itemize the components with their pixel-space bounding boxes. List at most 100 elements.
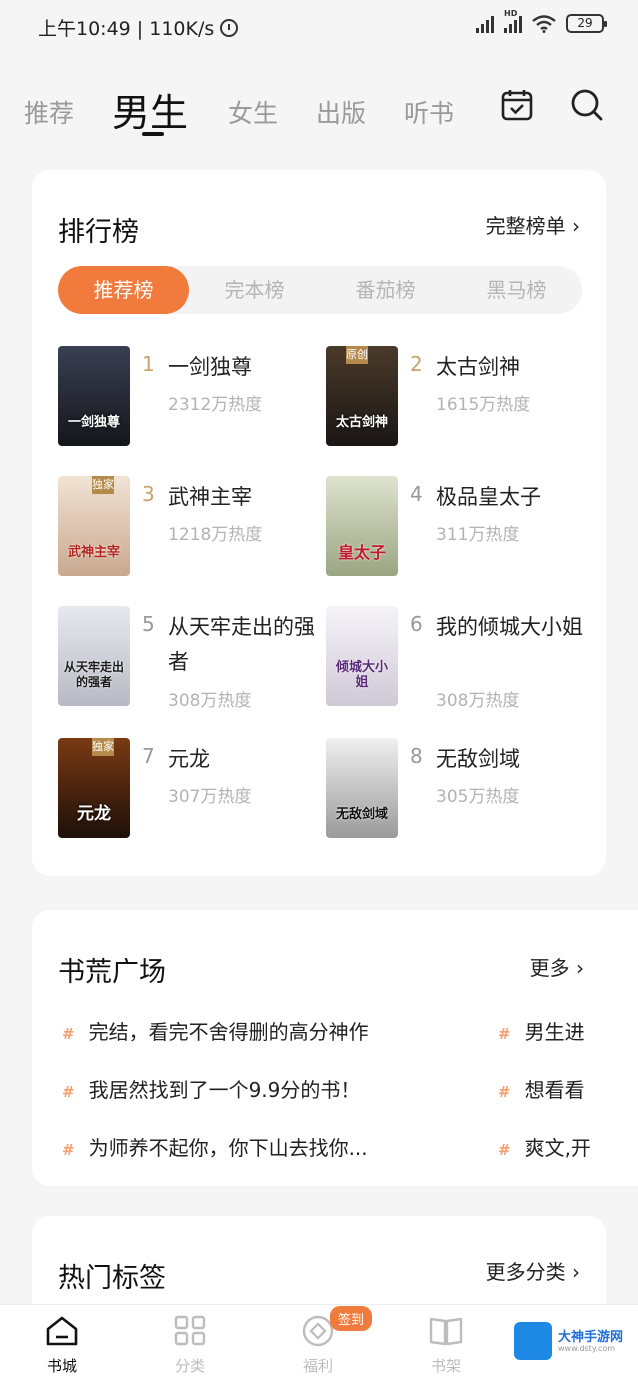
tab-male[interactable]: 男生 (112, 82, 188, 137)
book-name[interactable]: 一剑独尊 (168, 350, 318, 385)
book-cover[interactable]: 一剑独尊 (58, 346, 130, 446)
ranking-segment-control: 推荐榜 完本榜 番茄榜 黑马榜 (58, 266, 582, 314)
segment-recommend[interactable]: 推荐榜 (58, 266, 189, 314)
segment-darkhorse[interactable]: 黑马榜 (451, 266, 582, 314)
ranking-book[interactable]: 倾城大小姐 6 我的倾城大小姐 308万热度 (326, 606, 590, 726)
rank-number: 6 (410, 612, 423, 636)
nav-label: 分类 (174, 1357, 205, 1375)
nav-bookshelf[interactable]: 书架 (406, 1315, 486, 1376)
plaza-topic[interactable]: # 完结，看完不舍得删的高分神作 (62, 1016, 369, 1045)
ranking-book[interactable]: 独家 元龙 7 元龙 307万热度 (58, 738, 322, 848)
calendar-checkin-icon[interactable] (500, 88, 534, 122)
cover-tag: 独家 (92, 738, 114, 756)
nav-label: 福利 (302, 1357, 333, 1375)
book-cover[interactable]: 独家 元龙 (58, 738, 130, 838)
cover-title: 无敌剑域 (335, 807, 388, 822)
nav-category[interactable]: 分类 (150, 1315, 230, 1376)
tab-female[interactable]: 女生 (228, 94, 278, 130)
plaza-topic[interactable]: # 我居然找到了一个9.9分的书！ (62, 1074, 360, 1103)
status-bar: 上午10:49 | 110K/s HD 29 (0, 0, 638, 52)
hash-icon: # (62, 1025, 75, 1043)
book-heat: 2312万热度 (168, 395, 263, 415)
full-ranking-link[interactable]: 完整榜单 › (486, 210, 580, 239)
status-right: HD 29 (476, 9, 607, 33)
hash-icon: # (498, 1141, 511, 1159)
hd-label: HD (504, 8, 518, 18)
book-cover[interactable]: 从天牢走出的强者 (58, 606, 130, 706)
book-name[interactable]: 从天牢走出的强者 (168, 610, 318, 680)
book-name[interactable]: 无敌剑域 (436, 742, 586, 777)
tab-recommend[interactable]: 推荐 (24, 94, 74, 130)
hash-icon: # (498, 1025, 511, 1043)
segment-completed[interactable]: 完本榜 (189, 266, 320, 314)
search-icon[interactable] (570, 88, 604, 122)
rank-number: 8 (410, 744, 423, 768)
cover-title: 武神主宰 (67, 545, 120, 560)
book-cover[interactable]: 独家 武神主宰 (58, 476, 130, 576)
topic-text: 为师养不起你，你下山去找你... (88, 1136, 368, 1160)
rank-number: 7 (142, 744, 155, 768)
battery-icon: 29 (566, 14, 607, 33)
plaza-topic[interactable]: # 爽文,开 (498, 1132, 591, 1161)
status-time: 上午10:49 | 110K/s (38, 18, 215, 40)
alarm-icon (220, 18, 239, 37)
plaza-topic[interactable]: # 想看看 (498, 1074, 585, 1103)
book-plaza-card: 书荒广场 更多 › # 完结，看完不舍得删的高分神作 # 男生进 # 我居然找到了一个… (32, 910, 638, 1186)
book-cover[interactable]: 无敌剑域 (326, 738, 398, 838)
book-heat: 307万热度 (168, 787, 252, 807)
wifi-icon (532, 14, 556, 33)
book-icon (429, 1317, 463, 1346)
ranking-book[interactable]: 一剑独尊 1 一剑独尊 2312万热度 (58, 346, 322, 456)
tab-audio[interactable]: 听书 (404, 94, 454, 130)
ranking-book[interactable]: 独家 武神主宰 3 武神主宰 1218万热度 (58, 476, 322, 586)
book-heat: 311万热度 (436, 525, 520, 545)
book-cover[interactable]: 倾城大小姐 (326, 606, 398, 706)
book-name[interactable]: 极品皇太子 (436, 480, 586, 515)
hash-icon: # (498, 1083, 511, 1101)
book-cover[interactable]: 原创 太古剑神 (326, 346, 398, 446)
ranking-book[interactable]: 原创 太古剑神 2 太古剑神 1615万热度 (326, 346, 590, 456)
hash-icon: # (62, 1083, 75, 1101)
topic-text: 完结，看完不舍得删的高分神作 (88, 1020, 369, 1044)
watermark-title: 大神手游网 (558, 1330, 624, 1345)
rank-number: 1 (142, 352, 155, 376)
book-heat: 305万热度 (436, 787, 520, 807)
hash-icon: # (62, 1141, 75, 1159)
rank-number: 3 (142, 482, 155, 506)
hot-tags-title: 热门标签 (58, 1263, 166, 1294)
status-left: 上午10:49 | 110K/s (38, 14, 239, 41)
checkin-badge[interactable]: 签到 (330, 1306, 373, 1331)
book-name[interactable]: 我的倾城大小姐 (436, 610, 586, 645)
nav-label: 书架 (430, 1357, 461, 1375)
plaza-topic[interactable]: # 为师养不起你，你下山去找你... (62, 1132, 368, 1161)
plaza-more-link[interactable]: 更多 › (530, 952, 584, 981)
ranking-book[interactable]: 皇太子 4 极品皇太子 311万热度 (326, 476, 590, 586)
rank-number: 5 (142, 612, 155, 636)
topic-text: 我居然找到了一个9.9分的书！ (88, 1078, 361, 1102)
cover-tag: 独家 (92, 476, 114, 494)
ranking-book[interactable]: 从天牢走出的强者 5 从天牢走出的强者 308万热度 (58, 606, 322, 726)
nav-label: 书城 (46, 1357, 77, 1375)
book-heat: 1615万热度 (436, 395, 531, 415)
segment-fanqie[interactable]: 番茄榜 (320, 266, 451, 314)
cover-title: 一剑独尊 (67, 415, 120, 430)
book-name[interactable]: 武神主宰 (168, 480, 318, 515)
watermark: 大神手游网 www.dsty.com (514, 1322, 634, 1362)
ranking-book[interactable]: 无敌剑域 8 无敌剑域 305万热度 (326, 738, 590, 848)
book-heat: 308万热度 (436, 691, 520, 711)
plaza-topic[interactable]: # 男生进 (498, 1016, 585, 1045)
watermark-sub: www.dsty.com (558, 1344, 616, 1353)
cover-title: 元龙 (77, 804, 111, 824)
more-categories-link[interactable]: 更多分类 › (486, 1256, 580, 1285)
signal-hd-icon: HD (504, 9, 522, 33)
ranking-card: 排行榜 完整榜单 › 推荐榜 完本榜 番茄榜 黑马榜 一剑独尊 1 一剑独尊 2… (32, 170, 606, 876)
book-name[interactable]: 太古剑神 (436, 350, 586, 385)
cover-title: 倾城大小姐 (335, 660, 388, 690)
book-name[interactable]: 元龙 (168, 742, 318, 777)
ranking-title: 排行榜 (58, 217, 139, 248)
tab-publish[interactable]: 出版 (316, 94, 366, 130)
cover-title: 从天牢走出的强者 (63, 660, 124, 689)
book-cover[interactable]: 皇太子 (326, 476, 398, 576)
nav-bookstore[interactable]: 书城 (22, 1315, 102, 1376)
cover-title: 太古剑神 (335, 415, 388, 430)
